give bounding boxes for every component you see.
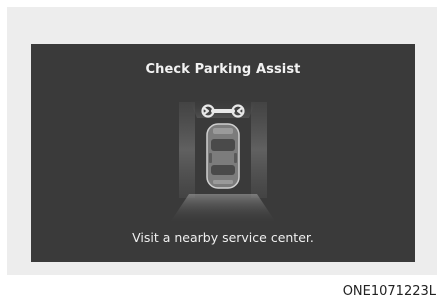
left-sensor-zone xyxy=(179,102,195,198)
service-message: Visit a nearby service center. xyxy=(132,230,314,245)
car-top-view-icon xyxy=(206,123,240,189)
rear-sensor-zone xyxy=(169,194,277,224)
right-sensor-zone xyxy=(251,102,267,198)
cluster-display: Check Parking Assist Visit a nearby serv… xyxy=(31,44,415,262)
front-sensor-zone xyxy=(189,98,257,118)
figure-code: ONE1071223L xyxy=(342,284,436,299)
